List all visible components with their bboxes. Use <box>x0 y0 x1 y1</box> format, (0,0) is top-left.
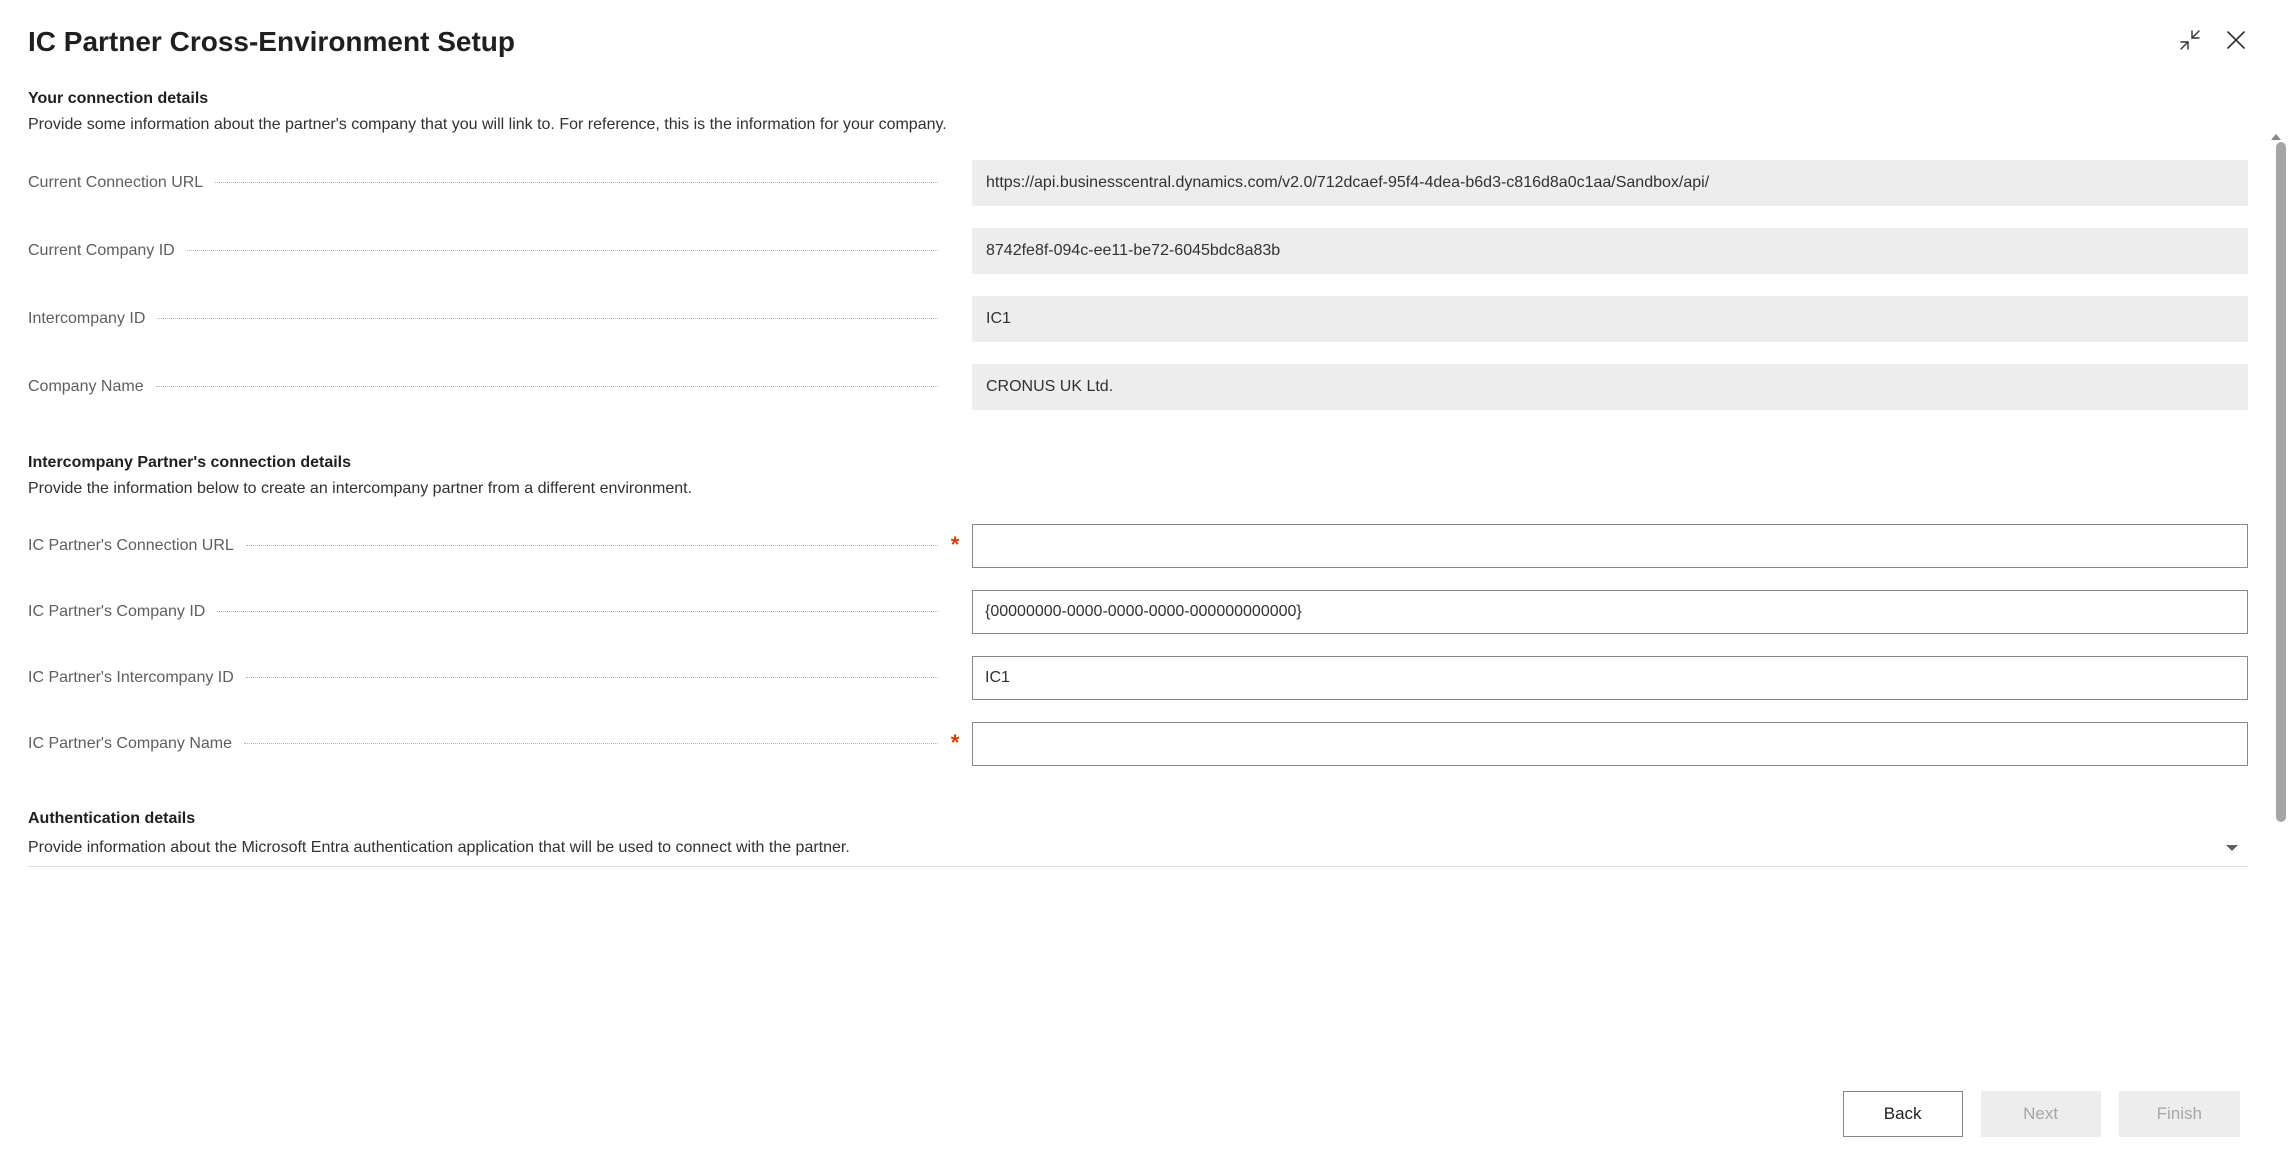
section-title: Authentication details <box>28 810 2248 828</box>
value-company-name: CRONUS UK Ltd. <box>972 364 2248 410</box>
section-partner-connection: Intercompany Partner's connection detail… <box>28 454 2248 766</box>
label-current-connection-url: Current Connection URL <box>28 174 209 192</box>
finish-button: Finish <box>2119 1091 2240 1137</box>
label-current-company-id: Current Company ID <box>28 242 181 260</box>
value-intercompany-id: IC1 <box>972 296 2248 342</box>
value-current-connection-url: https://api.businesscentral.dynamics.com… <box>972 160 2248 206</box>
section-title: Intercompany Partner's connection detail… <box>28 454 2248 472</box>
label-partner-company-name: IC Partner's Company Name <box>28 735 238 753</box>
input-partner-company-name[interactable] <box>972 722 2248 766</box>
label-intercompany-id: Intercompany ID <box>28 310 151 328</box>
label-partner-intercompany-id: IC Partner's Intercompany ID <box>28 669 240 687</box>
input-partner-company-id[interactable] <box>972 590 2248 634</box>
required-mark-icon: * <box>946 730 964 756</box>
label-partner-company-id: IC Partner's Company ID <box>28 603 211 621</box>
label-partner-connection-url: IC Partner's Connection URL <box>28 537 240 555</box>
chevron-down-icon[interactable] <box>2216 836 2248 860</box>
input-partner-intercompany-id[interactable] <box>972 656 2248 700</box>
section-authentication: Authentication details Provide informati… <box>28 810 2248 867</box>
close-icon[interactable] <box>2222 26 2250 54</box>
required-mark-icon: * <box>946 532 964 558</box>
page-title: IC Partner Cross-Environment Setup <box>28 26 515 58</box>
section-desc: Provide the information below to create … <box>28 480 2248 498</box>
label-company-name: Company Name <box>28 378 150 396</box>
back-button[interactable]: Back <box>1843 1091 1963 1137</box>
section-your-connection: Your connection details Provide some inf… <box>28 90 2248 410</box>
section-desc: Provide information about the Microsoft … <box>28 839 850 857</box>
next-button: Next <box>1981 1091 2101 1137</box>
value-current-company-id: 8742fe8f-094c-ee11-be72-6045bdc8a83b <box>972 228 2248 274</box>
collapse-icon[interactable] <box>2176 26 2204 54</box>
scrollbar-thumb[interactable] <box>2276 142 2286 822</box>
section-title: Your connection details <box>28 90 2248 108</box>
section-desc: Provide some information about the partn… <box>28 116 2248 134</box>
input-partner-connection-url[interactable] <box>972 524 2248 568</box>
